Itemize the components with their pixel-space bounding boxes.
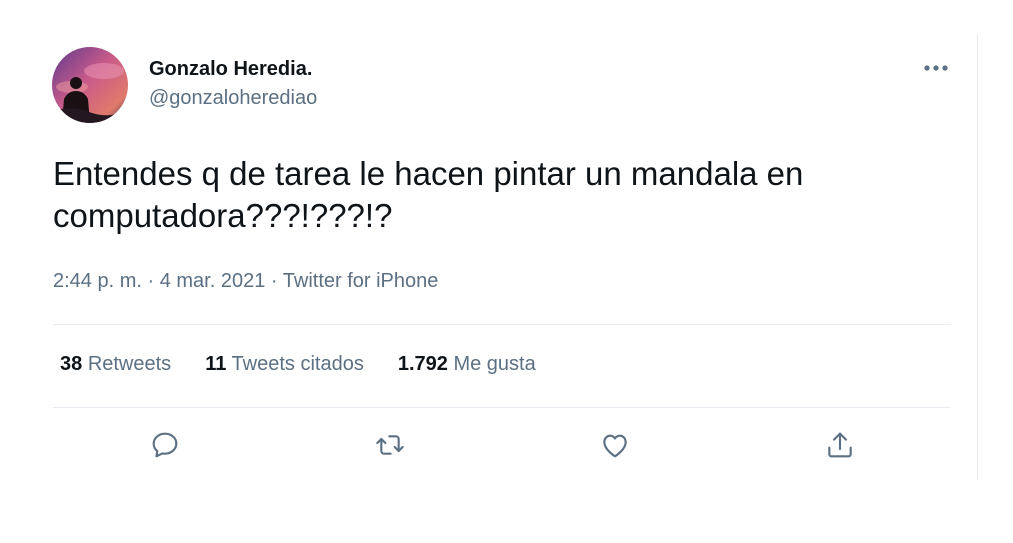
more-options-button[interactable] — [918, 54, 954, 82]
like-icon — [603, 434, 627, 458]
tweet-text: Entendes q de tarea le hacen pintar un m… — [53, 155, 804, 234]
retweets-label: Retweets — [87, 353, 172, 375]
meta-separator: · — [265, 270, 283, 292]
display-name[interactable]: Gonzalo Heredia. — [149, 58, 312, 81]
share-icon — [828, 432, 852, 458]
retweets-stat[interactable]: 38 Retweets — [60, 353, 171, 376]
reply-icon — [152, 432, 178, 458]
tweet-meta: 2:44 p. m. · 4 mar. 2021 · Twitter for i… — [53, 270, 438, 293]
likes-count: 1.792 — [397, 353, 448, 375]
like-button[interactable] — [595, 425, 635, 465]
avatar[interactable] — [52, 47, 128, 123]
meta-separator: · — [141, 270, 160, 292]
avatar-image — [52, 47, 128, 123]
retweets-count: 38 — [60, 353, 83, 375]
retweet-icon — [376, 435, 404, 455]
retweet-button[interactable] — [370, 425, 410, 465]
quote-tweets-stat[interactable]: 11 Tweets citados — [205, 353, 364, 376]
reply-button[interactable] — [145, 425, 185, 465]
tweet-date[interactable]: 4 mar. 2021 — [160, 270, 266, 292]
tweet-stats: 38 Retweets 11 Tweets citados 1.792 Me g… — [60, 353, 570, 376]
quotes-label: Tweets citados — [231, 353, 364, 375]
likes-stat[interactable]: 1.792 Me gusta — [398, 353, 536, 376]
likes-label: Me gusta — [453, 353, 536, 375]
divider-bottom — [53, 407, 951, 408]
card-right-border — [977, 34, 978, 480]
user-handle[interactable]: @gonzaloherediao — [149, 87, 317, 110]
quotes-count: 11 — [205, 353, 227, 375]
tweet-source[interactable]: Twitter for iPhone — [283, 270, 439, 292]
share-button[interactable] — [820, 425, 860, 465]
more-dots-icon — [924, 65, 948, 71]
tweet-time[interactable]: 2:44 p. m. — [53, 270, 142, 292]
divider-top — [53, 324, 951, 325]
